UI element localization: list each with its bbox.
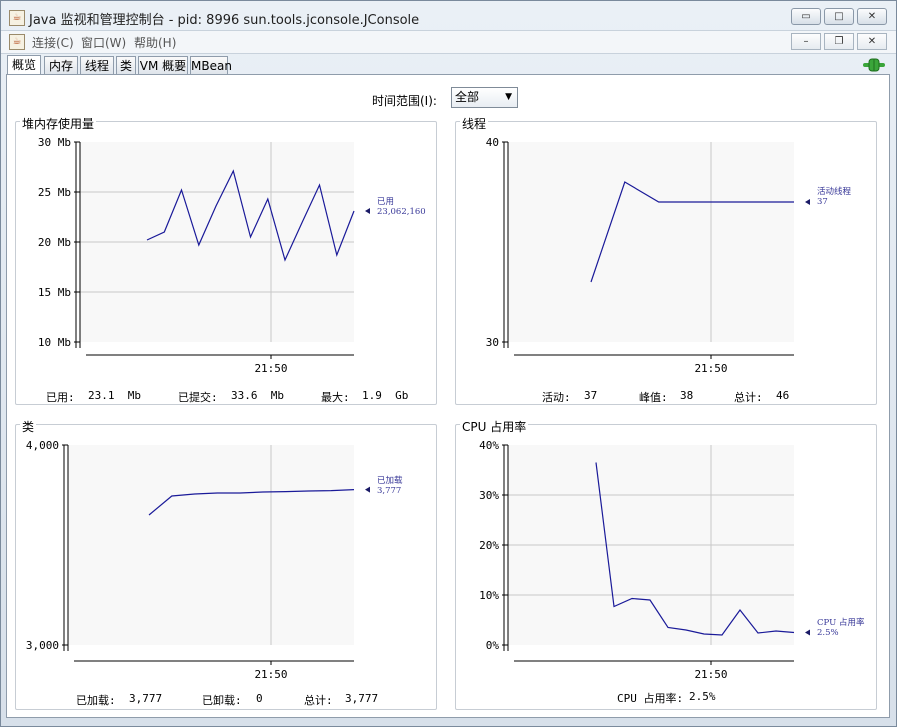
- menu-help[interactable]: 帮助(H): [134, 34, 176, 51]
- menu-bar: ☕ 连接(C) 窗口(W) 帮助(H) – ❐ ✕: [1, 30, 896, 54]
- close-button[interactable]: ✕: [857, 8, 887, 25]
- time-range-select[interactable]: 全部 ▼: [451, 87, 518, 108]
- y-tick-label: 4,000: [26, 439, 59, 452]
- stat-value: 0: [256, 692, 263, 705]
- legend-marker: [365, 208, 370, 214]
- stat-value: 33.6 Mb: [231, 389, 284, 402]
- y-tick-label: 15 Mb: [38, 286, 71, 299]
- classes-chart: 4,000 3,000 21:50: [26, 439, 370, 681]
- title-bar[interactable]: ☕ Java 监视和管理控制台 - pid: 8996 sun.tools.jc…: [1, 1, 896, 30]
- stat-value: 3,777: [345, 692, 379, 705]
- stat-label: 已卸载:: [202, 694, 242, 707]
- y-tick-label: 40%: [479, 439, 499, 452]
- plot-area: [68, 445, 354, 645]
- tab-overview[interactable]: 概览: [7, 55, 41, 76]
- stat-label: 已用:: [46, 391, 75, 404]
- legend-marker: [805, 199, 810, 205]
- legend-marker: [805, 629, 810, 636]
- stat-value: 2.5%: [689, 690, 716, 703]
- series-legend: CPU 占用率 2.5%: [817, 618, 865, 638]
- series-legend: 已加载 3,777: [377, 476, 403, 496]
- menu-window[interactable]: 窗口(W): [81, 34, 126, 51]
- connection-plug-icon[interactable]: [862, 57, 886, 73]
- plot-area: [508, 142, 794, 342]
- y-tick-label: 30%: [479, 489, 499, 502]
- stat-label: 总计:: [304, 694, 333, 707]
- stat-value: 38: [680, 389, 694, 402]
- window-title: Java 监视和管理控制台 - pid: 8996 sun.tools.jcon…: [29, 13, 420, 28]
- stat-value: 46: [776, 389, 790, 402]
- menu-connection[interactable]: 连接(C): [32, 34, 74, 51]
- cpu-usage-chart: 40% 30% 20% 10% 0% 21:50: [479, 439, 810, 681]
- heap-memory-chart: 30 Mb 25 Mb 20 Mb 15 Mb 10 Mb 21:50: [38, 136, 370, 375]
- series-legend: 已用 23,062,160: [377, 197, 426, 217]
- y-tick-label: 10 Mb: [38, 336, 71, 349]
- stat-value: 1.9 Gb: [362, 389, 409, 402]
- maximize-button[interactable]: □: [824, 8, 854, 25]
- tab-memory[interactable]: 内存: [44, 56, 78, 75]
- x-tick-label: 21:50: [254, 668, 287, 681]
- y-tick-label: 20%: [479, 539, 499, 552]
- legend-marker: [365, 486, 370, 493]
- stat-value: 3,777: [129, 692, 163, 705]
- tab-vm-summary[interactable]: VM 概要: [138, 56, 188, 75]
- stat-label: 已提交:: [178, 391, 218, 404]
- inner-minimize-button[interactable]: –: [791, 33, 821, 50]
- time-range-label: 时间范围(I):: [372, 94, 437, 108]
- y-tick-label: 20 Mb: [38, 236, 71, 249]
- tab-mbean[interactable]: MBean: [190, 56, 232, 75]
- java-cup-icon: ☕: [9, 34, 25, 50]
- y-tick-label: 40: [486, 136, 499, 149]
- y-tick-label: 30 Mb: [38, 136, 71, 149]
- y-tick-label: 10%: [479, 589, 499, 602]
- chevron-down-icon: ▼: [505, 92, 512, 102]
- y-tick-label: 30: [486, 336, 499, 349]
- x-tick-label: 21:50: [254, 362, 287, 375]
- stat-label: CPU 占用率:: [617, 692, 684, 705]
- minimize-button[interactable]: ▭: [791, 8, 821, 25]
- time-range-value: 全部: [455, 90, 480, 104]
- stat-value: 23.1 Mb: [88, 389, 141, 402]
- tab-threads[interactable]: 线程: [80, 56, 114, 75]
- inner-close-button[interactable]: ✕: [857, 33, 887, 50]
- stat-label: 已加载:: [76, 694, 116, 707]
- series-legend: 活动线程 37: [817, 187, 852, 207]
- stat-label: 峰值:: [639, 391, 668, 404]
- y-tick-label: 3,000: [26, 639, 59, 652]
- y-tick-label: 25 Mb: [38, 186, 71, 199]
- x-tick-label: 21:50: [694, 668, 727, 681]
- inner-restore-button[interactable]: ❐: [824, 33, 854, 50]
- java-cup-icon: ☕: [9, 10, 25, 26]
- threads-chart: 40 30 21:50: [486, 136, 810, 375]
- stat-label: 总计:: [734, 391, 763, 404]
- x-tick-label: 21:50: [694, 362, 727, 375]
- stat-label: 活动:: [542, 391, 571, 404]
- tab-classes[interactable]: 类: [116, 56, 136, 75]
- y-tick-label: 0%: [486, 639, 500, 652]
- stat-label: 最大:: [321, 391, 350, 404]
- stat-value: 37: [584, 389, 598, 402]
